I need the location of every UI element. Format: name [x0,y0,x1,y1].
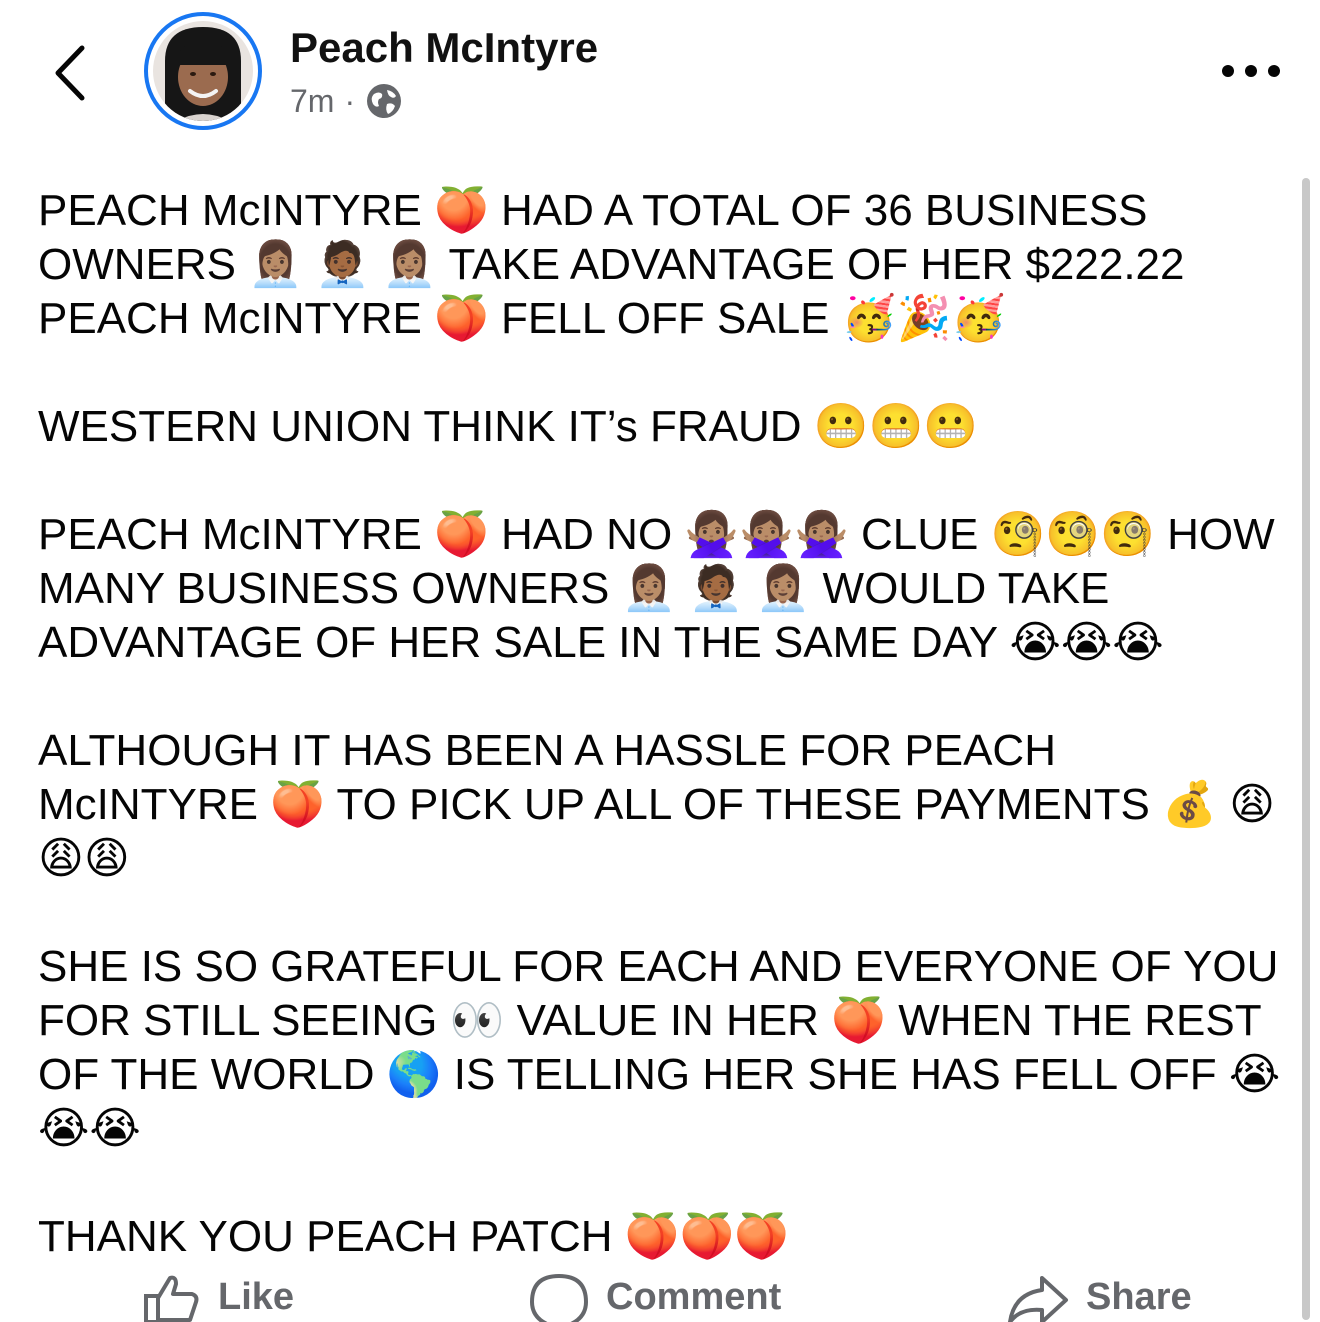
post-time[interactable]: 7m [290,83,334,120]
back-button[interactable] [44,38,104,108]
post-meta: 7m · [290,82,403,120]
comment-label: Comment [606,1275,782,1318]
more-options-button[interactable] [1218,54,1284,88]
thumbs-up-icon [144,1275,199,1322]
post-header: Peach McIntyre 7m · [0,0,1320,150]
post-paragraph: WESTERN UNION THINK IT’s FRAUD 😬😬😬 [38,402,979,451]
more-horizontal-icon [1222,65,1280,77]
globe-icon [367,84,402,118]
meta-separator: · [344,82,356,119]
comment-button[interactable]: Comment [528,1272,781,1322]
share-label: Share [1086,1275,1192,1318]
avatar-image [153,21,253,121]
post-paragraph: PEACH McINTYRE 🍑 HAD A TOTAL OF 36 BUSIN… [38,186,1185,343]
avatar[interactable] [144,12,262,130]
post-paragraph: SHE IS SO GRATEFUL FOR EACH AND EVERYONE… [38,942,1281,1153]
post-body: PEACH McINTYRE 🍑 HAD A TOTAL OF 36 BUSIN… [38,184,1288,1264]
share-button[interactable]: Share [1006,1272,1192,1322]
post-actions-bar: Like Comment Share [0,1262,1320,1322]
post-paragraph: THANK YOU PEACH PATCH 🍑🍑🍑 [38,1212,790,1261]
author-name[interactable]: Peach McIntyre [290,24,598,72]
share-icon [1008,1276,1068,1322]
like-label: Like [218,1275,295,1318]
post-paragraph: ALTHOUGH IT HAS BEEN A HASSLE FOR PEACH … [38,726,1275,883]
post-paragraph: PEACH McINTYRE 🍑 HAD NO 🙅🏽‍♀️🙅🏽‍♀️🙅🏽‍♀️ … [38,510,1275,667]
chevron-left-icon [55,45,85,101]
scrollbar[interactable] [1302,178,1310,1320]
like-button[interactable]: Like [142,1272,294,1322]
comment-icon [529,1273,589,1322]
